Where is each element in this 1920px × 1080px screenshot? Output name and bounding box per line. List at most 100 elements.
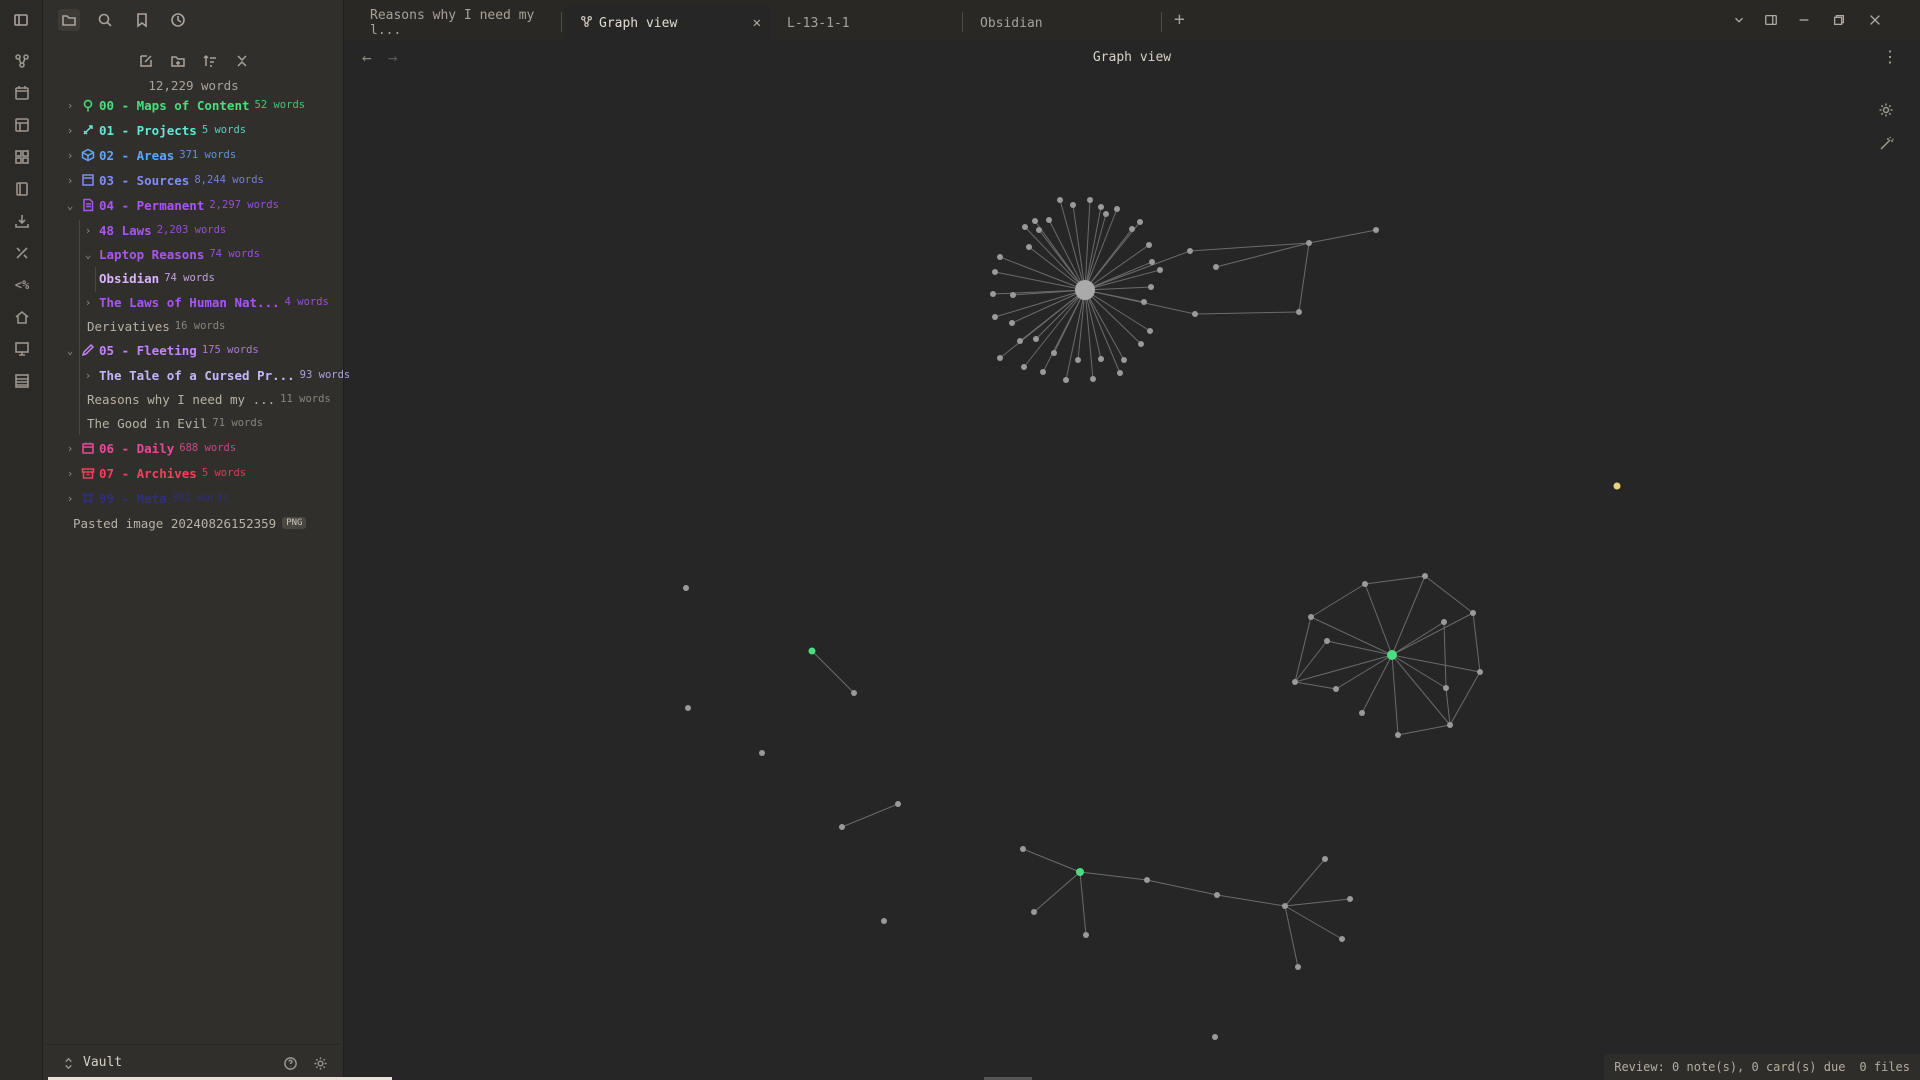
graph-canvas[interactable] (344, 76, 1920, 1080)
graph-node[interactable] (1144, 877, 1150, 883)
graph-node[interactable] (997, 355, 1003, 361)
templater-icon[interactable]: <% (12, 275, 32, 295)
graph-node[interactable] (1213, 264, 1219, 270)
graph-node[interactable] (1296, 309, 1302, 315)
graph-node[interactable] (1333, 686, 1339, 692)
graph-node[interactable] (1087, 197, 1093, 203)
orphan-node[interactable] (685, 705, 691, 711)
chevron-right-icon[interactable]: › (63, 123, 77, 137)
vault-name[interactable]: Vault (83, 1055, 122, 1070)
clock-icon[interactable] (167, 9, 189, 31)
graph-node[interactable] (1373, 227, 1379, 233)
new-folder-icon[interactable] (167, 50, 189, 72)
graph-node[interactable] (851, 690, 857, 696)
file-item[interactable]: Pasted image 20240826152359 PNG (73, 512, 307, 534)
graph-node[interactable] (1075, 357, 1081, 363)
highlighted-node[interactable] (1076, 868, 1084, 876)
tab-reasons[interactable]: Reasons why I need my l... (354, 6, 564, 40)
dashboard-icon[interactable] (12, 339, 32, 359)
chevron-right-icon[interactable]: › (63, 98, 77, 112)
graph-node[interactable] (1447, 722, 1453, 728)
templates-icon[interactable] (12, 115, 32, 135)
graph-node[interactable] (1141, 299, 1147, 305)
tools-icon[interactable] (12, 243, 32, 263)
folder-item[interactable]: ⌄ Laptop Reasons 74 words (81, 243, 260, 265)
calendar-icon[interactable] (12, 83, 32, 103)
graph-node[interactable] (1282, 903, 1288, 909)
graph-node[interactable] (1046, 217, 1052, 223)
graph-node[interactable] (1026, 244, 1032, 250)
graph-node[interactable] (1157, 267, 1163, 273)
canvas-icon[interactable] (12, 147, 32, 167)
highlighted-node[interactable] (808, 647, 816, 655)
graph-node[interactable] (1032, 218, 1038, 224)
graph-icon[interactable] (12, 51, 32, 71)
graph-node[interactable] (1070, 202, 1076, 208)
graph-node[interactable] (1443, 685, 1449, 691)
folder-item[interactable]: › 06 - Daily 688 words (63, 437, 236, 459)
graph-node[interactable] (839, 824, 845, 830)
chevron-right-icon[interactable]: › (63, 466, 77, 480)
graph-svg[interactable] (344, 76, 1920, 1080)
close-tab-icon[interactable]: ✕ (753, 15, 761, 31)
chevron-right-icon[interactable]: › (63, 441, 77, 455)
chevron-right-icon[interactable]: › (63, 148, 77, 162)
graph-node[interactable] (1295, 964, 1301, 970)
graph-node[interactable] (1422, 573, 1428, 579)
folder-icon[interactable] (58, 9, 80, 31)
graph-node[interactable] (1137, 219, 1143, 225)
folder-item[interactable]: › 03 - Sources 8,244 words (63, 169, 264, 191)
graph-node[interactable] (1477, 669, 1483, 675)
graph-node[interactable] (1470, 610, 1476, 616)
orphan-node[interactable] (881, 918, 887, 924)
highlighted-node[interactable] (1387, 650, 1397, 660)
graph-node[interactable] (1017, 338, 1023, 344)
chevron-right-icon[interactable]: › (81, 295, 95, 309)
bookmark-icon[interactable] (131, 9, 153, 31)
graph-node[interactable] (1121, 357, 1127, 363)
minimize-icon[interactable] (1794, 10, 1814, 30)
graph-node[interactable] (1090, 376, 1096, 382)
vault-switch-icon[interactable] (59, 1054, 77, 1072)
graph-node[interactable] (1441, 619, 1447, 625)
graph-node[interactable] (1147, 328, 1153, 334)
graph-node[interactable] (1149, 259, 1155, 265)
graph-node[interactable] (1040, 369, 1046, 375)
graph-node[interactable] (1138, 341, 1144, 347)
chevron-right-icon[interactable]: › (81, 368, 95, 382)
graph-node[interactable] (1339, 936, 1345, 942)
folder-item[interactable]: › The Laws of Human Nat... 4 words (81, 291, 329, 313)
graph-node[interactable] (1129, 226, 1135, 232)
folder-item[interactable]: › 00 - Maps of Content 52 words (63, 94, 305, 116)
graph-node[interactable] (1022, 224, 1028, 230)
tab-obsidian[interactable]: Obsidian (964, 6, 1164, 40)
graph-node[interactable] (1192, 311, 1198, 317)
graph-node[interactable] (1359, 710, 1365, 716)
restore-icon[interactable] (1829, 10, 1849, 30)
graph-node[interactable] (1021, 364, 1027, 370)
home-icon[interactable] (12, 307, 32, 327)
file-item[interactable]: Reasons why I need my ... 11 words (87, 388, 331, 410)
chevron-down-icon[interactable]: ⌄ (63, 343, 77, 357)
file-item[interactable]: Obsidian 74 words (99, 267, 215, 289)
folder-item[interactable]: › 07 - Archives 5 words (63, 462, 246, 484)
hub-node[interactable] (1075, 280, 1095, 300)
graph-node[interactable] (1347, 896, 1353, 902)
close-window-icon[interactable] (1865, 10, 1885, 30)
graph-node[interactable] (1009, 320, 1015, 326)
graph-node[interactable] (1036, 227, 1042, 233)
new-tab-button[interactable]: + (1174, 9, 1185, 30)
graph-node[interactable] (1308, 614, 1314, 620)
graph-node[interactable] (1031, 909, 1037, 915)
graph-node[interactable] (1395, 732, 1401, 738)
folder-item[interactable]: › The Tale of a Cursed Pr... 93 words (81, 364, 351, 386)
graph-settings-icon[interactable] (1876, 100, 1896, 120)
graph-node[interactable] (997, 254, 1003, 260)
magic-wand-icon[interactable] (1876, 134, 1896, 154)
graph-node[interactable] (1187, 248, 1193, 254)
notebook-icon[interactable] (12, 179, 32, 199)
folder-item[interactable]: › 02 - Areas 371 words (63, 144, 236, 166)
graph-node[interactable] (1306, 240, 1312, 246)
folder-item[interactable]: › 99 - Meta 392 words (63, 487, 229, 509)
tab-l-13-1-1[interactable]: L-13-1-1 (771, 6, 964, 40)
